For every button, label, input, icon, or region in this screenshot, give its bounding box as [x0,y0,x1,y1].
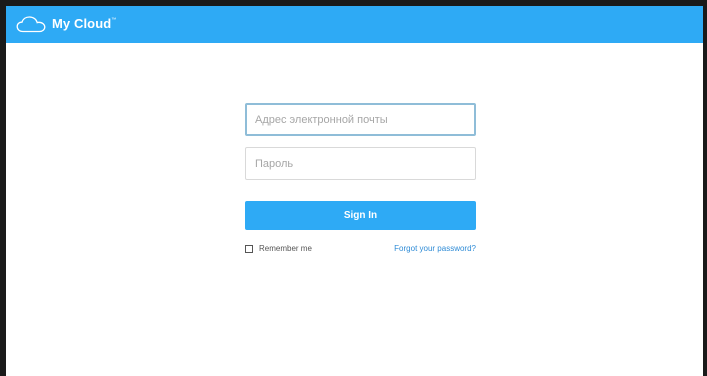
remember-me[interactable]: Remember me [245,244,312,253]
remember-me-label: Remember me [259,244,312,253]
cloud-icon [16,16,46,33]
top-bar: My Cloud™ [6,6,703,43]
browser-page: My Cloud™ Sign In Remember me Forgot you… [6,6,703,376]
app-title-text: My Cloud [52,16,112,31]
sign-in-button[interactable]: Sign In [245,201,476,230]
forgot-password-link[interactable]: Forgot your password? [394,244,476,253]
email-field[interactable] [245,103,476,136]
remember-me-checkbox[interactable] [245,244,253,253]
trademark-mark: ™ [111,17,117,23]
password-field[interactable] [245,147,476,180]
app-title: My Cloud™ [52,16,116,31]
